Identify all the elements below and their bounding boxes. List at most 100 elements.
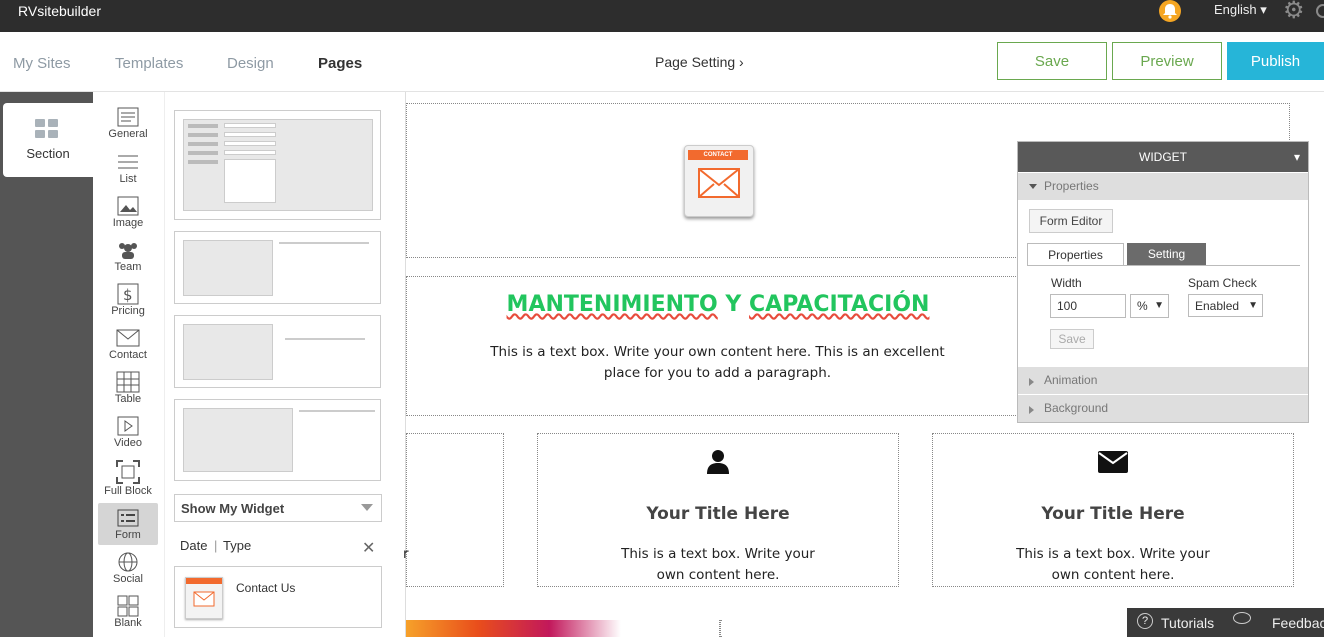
tools-icon[interactable]: ✕ [362,538,375,558]
tutorials-link[interactable]: Tutorials [1161,615,1214,631]
caret-down-icon: ▼ [1248,300,1258,311]
dollar-icon: $ [98,283,158,305]
tab-setting[interactable]: Setting [1127,243,1206,265]
feedback-link[interactable]: Feedback [1272,615,1324,631]
hero-image-strip [406,620,621,637]
tool-table[interactable]: Table [98,371,158,405]
form-thumbnail-1[interactable] [174,110,381,220]
tab-pages[interactable]: Pages [318,55,362,72]
background-section-header[interactable]: Background [1018,395,1308,422]
text-preview [279,242,369,282]
text-preview [299,410,375,454]
contact-widget-thumbnail [185,577,223,619]
width-label: Width [1051,276,1082,290]
form-preview [183,408,293,472]
chevron-down-icon: ▾ [1260,2,1267,17]
properties-section-header[interactable]: Properties [1018,173,1308,200]
tool-label: General [108,128,148,140]
tool-video[interactable]: Video [98,415,158,449]
tool-full-block[interactable]: Full Block [98,459,158,497]
page-setting-link[interactable]: Page Setting › [655,54,744,70]
full-block-icon [98,459,158,485]
sort-date-link[interactable]: Date [180,538,207,553]
spam-check-label: Spam Check [1188,276,1257,290]
caret-down-icon [1029,184,1037,189]
unit-select[interactable]: % ▼ [1130,294,1169,318]
tab-properties[interactable]: Properties [1027,243,1124,266]
section-tab[interactable] [3,103,95,177]
tool-list[interactable]: List [98,151,158,185]
tool-blank[interactable]: Blank [98,595,158,629]
language-selector[interactable]: English ▾ [1214,2,1267,18]
tool-social[interactable]: Social [98,551,158,585]
section-label: Background [1044,401,1109,415]
tab-templates[interactable]: Templates [115,55,183,72]
headline[interactable]: MANTENIMIENTO Y CAPACITACIÓN [408,292,1028,317]
general-icon [98,106,158,128]
column-3-text: This is a text box. Write your own conte… [1016,546,1210,583]
tool-team[interactable]: Team [98,239,158,273]
tool-label: Full Block [104,485,152,497]
form-thumbnail-4[interactable] [174,399,381,481]
tab-divider [1027,265,1300,266]
column-1[interactable] [406,433,504,587]
form-preview [183,240,273,296]
tool-label: Pricing [111,305,145,317]
tool-label: Form [115,529,141,541]
tool-general[interactable]: General [98,106,158,140]
form-thumbnail-3[interactable] [174,315,381,388]
publish-button[interactable]: Publish [1227,42,1324,80]
text-preview [285,338,365,348]
tool-contact[interactable]: Contact [98,327,158,361]
question-icon: ? [1137,613,1153,629]
caret-down-icon: ▼ [1154,300,1164,311]
form-icon [98,507,158,529]
table-icon [98,371,158,393]
tool-label: Blank [114,617,142,629]
svg-text:$: $ [123,286,133,304]
notification-bell-icon[interactable] [1159,0,1181,22]
video-icon [98,415,158,437]
gear-icon[interactable]: ⚙ [1283,0,1305,23]
intro-text[interactable]: This is a text box. Write your own conte… [490,342,945,384]
animation-section-header[interactable]: Animation [1018,367,1308,394]
envelope-icon [1098,451,1128,478]
save-button[interactable]: Save [997,42,1107,80]
form-editor-button[interactable]: Form Editor [1029,209,1113,233]
caret-right-icon [1029,378,1034,386]
headline-word: CAPACITACIÓN [749,292,930,317]
help-bar: ? Tutorials Feedback [1127,608,1324,637]
blank-icon [98,595,158,617]
form-thumbnail-2[interactable] [174,231,381,304]
tool-pricing[interactable]: $ Pricing [98,283,158,317]
help-icon[interactable] [1316,4,1324,18]
tab-my-sites[interactable]: My Sites [13,55,71,72]
sort-separator: | [214,538,218,553]
tool-form[interactable]: Form [98,503,158,545]
column-1-text: r [403,546,409,562]
language-label: English [1214,2,1257,17]
section-label: Animation [1044,373,1098,387]
widget-panel-header[interactable]: WIDGET ▾ [1018,142,1308,172]
tab-design[interactable]: Design [227,55,274,72]
preview-button[interactable]: Preview [1112,42,1222,80]
caret-down-icon: ▾ [1293,150,1300,164]
form-preview [183,324,273,380]
width-input[interactable]: 100 [1050,294,1126,318]
image-icon [98,195,158,217]
envelope-icon [98,327,158,349]
caret-right-icon [1029,406,1034,414]
widget-save-button[interactable]: Save [1050,329,1094,349]
team-icon [98,239,158,261]
sort-type-link[interactable]: Type [223,538,251,553]
tool-image[interactable]: Image [98,195,158,229]
chat-bubble-icon [1233,612,1251,624]
column-3-title: Your Title Here [1041,504,1185,524]
user-icon [706,449,730,480]
show-widget-dropdown[interactable]: Show My Widget [174,494,382,522]
brand-logo: RVsitebuilder [18,3,102,19]
top-bar [0,0,1324,32]
list-icon [98,151,158,173]
mail-badge: CONTACT [688,150,748,160]
spam-check-select[interactable]: Enabled ▼ [1188,294,1263,317]
